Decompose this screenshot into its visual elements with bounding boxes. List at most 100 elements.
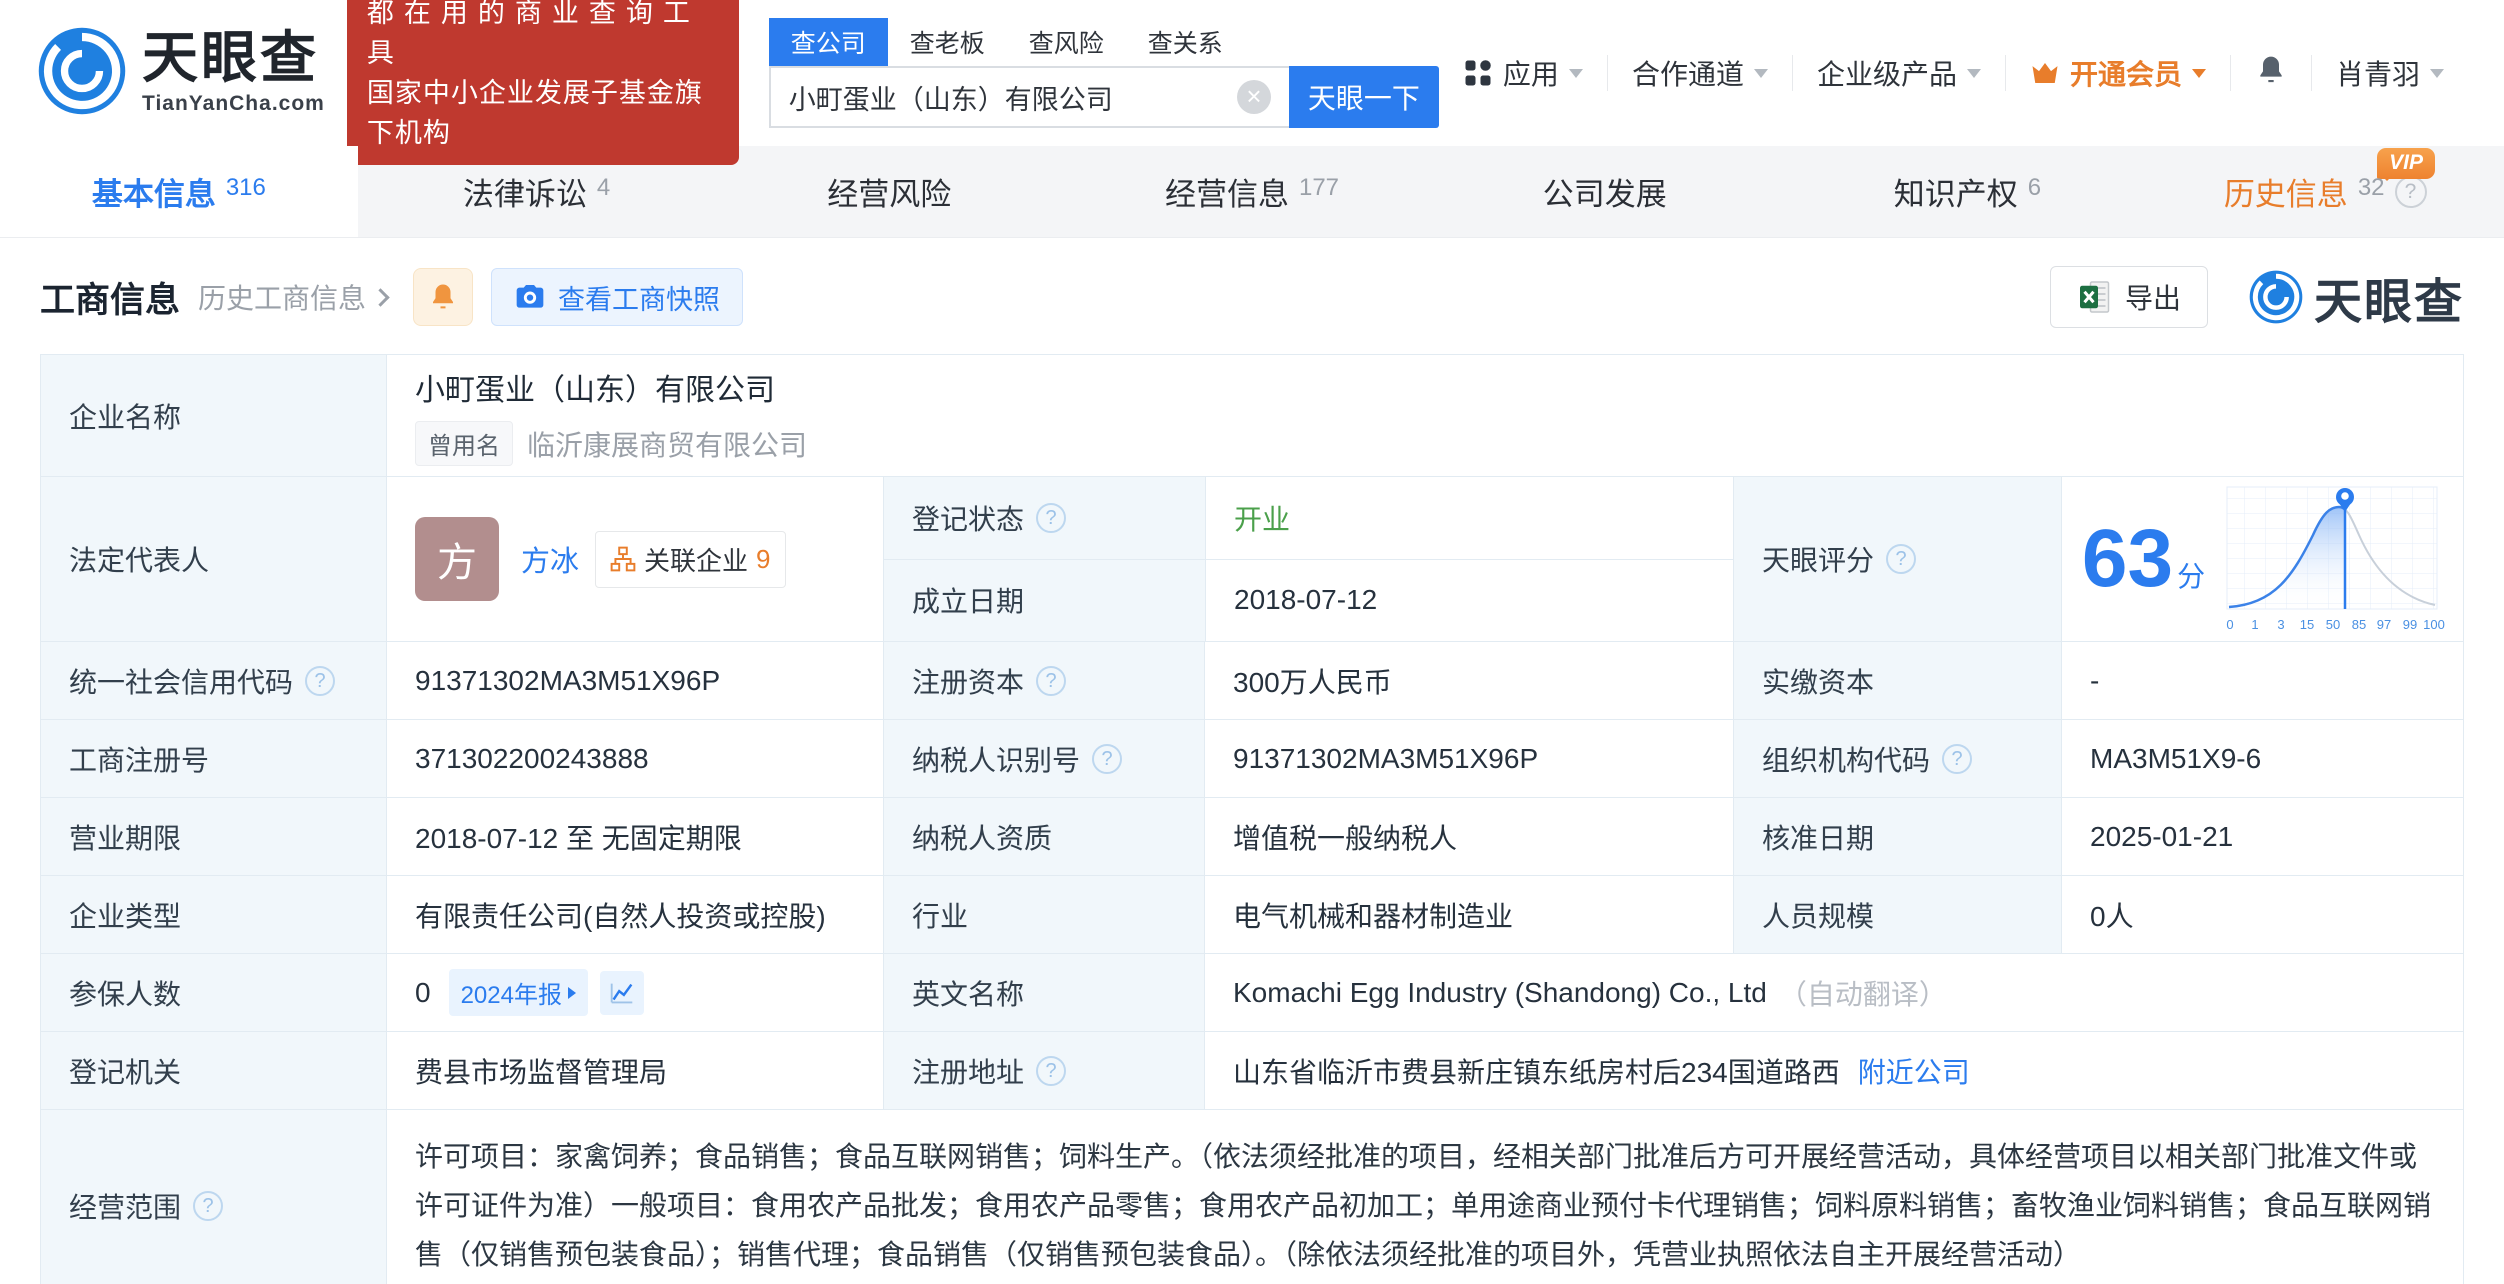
tianyancha-logo[interactable]: 天眼查 TianYanCha.com (36, 25, 325, 122)
svg-text:1: 1 (2251, 617, 2258, 632)
tab-label: 经营信息 (1164, 177, 1289, 212)
legal-rep-link[interactable]: 方冰 (521, 538, 579, 580)
nav-enterprise[interactable]: 企业级产品 (1793, 53, 2005, 93)
field-label: 登记机关 (41, 1032, 386, 1109)
insured-trend-button[interactable] (599, 970, 644, 1015)
field-label: 统一社会信用代码 ? (41, 642, 386, 719)
help-icon[interactable]: ? (193, 1190, 224, 1221)
tab-business-info[interactable]: 经营信息 177 (1073, 146, 1431, 237)
tab-label: 公司发展 (1542, 177, 1667, 212)
tab-company-development[interactable]: 公司发展 (1431, 146, 1789, 237)
search-tab-risk[interactable]: 查风险 (1007, 18, 1126, 66)
promo-line1: 都在用的商业查询工具 (366, 0, 700, 68)
nav-notifications[interactable] (2231, 54, 2311, 93)
organization-code: MA3M51X9-6 (2061, 720, 2465, 797)
apps-grid-icon (1463, 58, 1493, 88)
tab-count: 316 (225, 173, 266, 201)
company-type: 有限责任公司(自然人投资或控股) (386, 876, 883, 953)
tab-history-info[interactable]: VIP 历史信息 32 ? (2146, 146, 2504, 237)
field-label: 注册地址 ? (883, 1032, 1204, 1109)
help-icon[interactable]: ? (1036, 1055, 1067, 1086)
taxpayer-qualification: 增值税一般纳税人 (1204, 798, 1733, 875)
view-business-snapshot-button[interactable]: 查看工商快照 (491, 268, 744, 326)
help-icon[interactable]: ? (1036, 665, 1067, 696)
help-icon[interactable]: ? (1036, 502, 1067, 533)
logo-domain: TianYanCha.com (142, 92, 325, 115)
score-value: 63 (2081, 513, 2174, 604)
chevron-down-icon (1753, 68, 1768, 78)
search-input-wrap: × (768, 66, 1289, 128)
english-name: Komachi Egg Industry (Shandong) Co., Ltd (1233, 976, 1767, 1008)
help-icon[interactable]: ? (1092, 743, 1123, 774)
taxpayer-id: 91371302MA3M51X96P (1204, 720, 1733, 797)
field-label: 注册资本 ? (883, 642, 1204, 719)
table-row: 参保人数 0 2024年报 英文名称 Komachi Egg Industry … (41, 953, 2463, 1031)
crown-icon (2030, 58, 2060, 88)
search-tab-relation[interactable]: 查关系 (1126, 18, 1245, 66)
nearby-companies-link[interactable]: 附近公司 (1858, 1051, 1970, 1091)
field-label: 人员规模 (1733, 876, 2061, 953)
svg-text:3: 3 (2277, 617, 2284, 632)
nav-cooperation[interactable]: 合作通道 (1608, 53, 1792, 93)
nav-apps[interactable]: 应用 (1439, 53, 1607, 93)
caret-right-icon (567, 986, 576, 999)
former-name-tag: 曾用名 (415, 421, 513, 466)
field-label: 天眼评分 ? (1733, 477, 2061, 641)
search-tab-boss[interactable]: 查老板 (888, 18, 1007, 66)
table-row: 统一社会信用代码 ? 91371302MA3M51X96P 注册资本 ? 300… (41, 641, 2463, 719)
registration-status: 开业 (1205, 477, 1733, 559)
field-label: 纳税人识别号 ? (883, 720, 1204, 797)
history-business-info-link[interactable]: 历史工商信息 (198, 277, 390, 317)
clear-search-icon[interactable]: × (1236, 80, 1271, 114)
table-row: 登记机关 费县市场监督管理局 注册地址 ? 山东省临沂市费县新庄镇东纸房村后23… (41, 1031, 2463, 1109)
search-button[interactable]: 天眼一下 (1288, 66, 1439, 128)
former-name: 临沂康展商贸有限公司 (527, 429, 808, 461)
business-info-header: 工商信息 历史工商信息 查看工商快照 导出 天眼查 (0, 238, 2504, 352)
search-tab-company[interactable]: 查公司 (768, 18, 888, 66)
field-label: 企业名称 (41, 355, 386, 476)
registration-number: 371302200243888 (386, 720, 883, 797)
registered-capital: 300万人民币 (1204, 642, 1733, 719)
top-nav: 应用 合作通道 企业级产品 开通会员 肖青羽 (1439, 53, 2468, 93)
export-button[interactable]: 导出 (2049, 266, 2208, 328)
nav-open-vip[interactable]: 开通会员 (2006, 53, 2230, 93)
search-area: 查公司 查老板 查风险 查关系 × 天眼一下 (768, 18, 1439, 128)
related-companies-badge[interactable]: 关联企业 9 (595, 530, 786, 588)
logo-title: 天眼查 (142, 26, 319, 89)
table-row: 企业名称 小町蛋业（山东）有限公司 曾用名 临沂康展商贸有限公司 (41, 355, 2463, 476)
search-tabs: 查公司 查老板 查风险 查关系 (768, 18, 1439, 66)
help-icon[interactable]: ? (1886, 544, 1917, 574)
bell-icon (2255, 54, 2287, 93)
registered-address-cell: 山东省临沂市费县新庄镇东纸房村后234国道路西 附近公司 (1204, 1032, 2463, 1109)
tab-count: 177 (1298, 173, 1340, 201)
nav-enterprise-label: 企业级产品 (1816, 59, 1957, 90)
logo-swirl-icon (2249, 270, 2303, 324)
tab-lawsuits[interactable]: 法律诉讼 4 (358, 146, 716, 237)
line-chart-icon (610, 983, 633, 1003)
business-term: 2018-07-12 至 无固定期限 (386, 798, 883, 875)
company-name-cell: 小町蛋业（山东）有限公司 曾用名 临沂康展商贸有限公司 (386, 355, 2463, 476)
excel-icon (2079, 281, 2110, 313)
tab-basic-info[interactable]: 基本信息 316 (0, 146, 358, 237)
svg-text:97: 97 (2377, 617, 2391, 632)
avatar: 方 (415, 517, 499, 601)
tab-operating-risk[interactable]: 经营风险 (715, 146, 1073, 237)
field-label: 行业 (883, 876, 1204, 953)
tab-intellectual-property[interactable]: 知识产权 6 (1789, 146, 2147, 237)
related-count: 9 (756, 543, 771, 574)
help-icon[interactable]: ? (305, 665, 336, 696)
tab-label: 法律诉讼 (462, 177, 587, 212)
help-icon[interactable]: ? (1942, 743, 1973, 774)
field-label: 经营范围 ? (41, 1110, 386, 1284)
promo-line2: 国家中小企业发展子基金旗下机构 (366, 78, 703, 148)
annual-report-link[interactable]: 2024年报 (448, 969, 588, 1016)
search-input[interactable] (788, 81, 1237, 113)
help-icon[interactable]: ? (2394, 175, 2427, 208)
svg-text:99: 99 (2403, 617, 2417, 632)
nav-user-name: 肖青羽 (2335, 59, 2420, 90)
staff-size: 0人 (2061, 876, 2465, 953)
nav-user[interactable]: 肖青羽 (2312, 53, 2468, 93)
monitor-bell-button[interactable] (413, 268, 474, 326)
watermark-text: 天眼查 (2313, 276, 2464, 329)
tab-label: 知识产权 (1893, 177, 2018, 212)
